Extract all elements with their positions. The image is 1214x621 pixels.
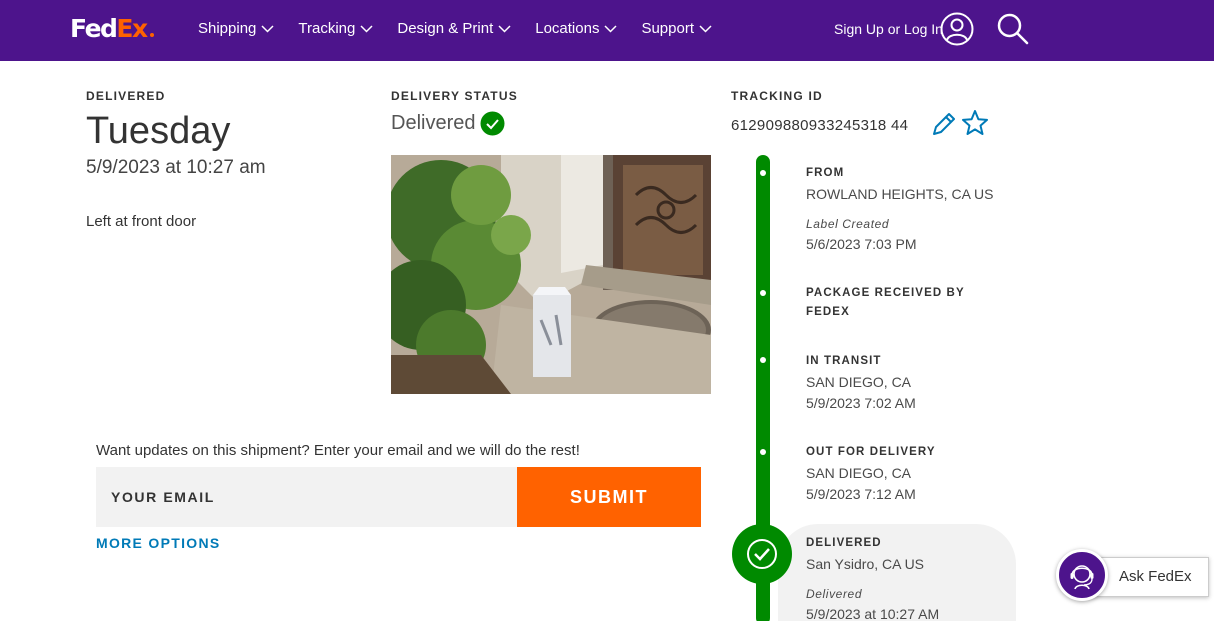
logo-ex-text: Ex	[116, 14, 148, 43]
logo-fed-text: Fed	[70, 14, 118, 43]
headset-agent-icon	[1070, 565, 1094, 590]
event-from-title: FROM	[806, 167, 845, 179]
event-from-location: ROWLAND HEIGHTS, CA US	[806, 186, 994, 202]
top-navigation-bar: FedEx Shipping Tracking Design & Print L…	[0, 0, 1214, 61]
nav-shipping-label: Shipping	[198, 20, 257, 37]
delivery-photo-image	[391, 155, 711, 394]
delivery-status: Delivered	[391, 110, 505, 136]
tracking-id-label: TRACKING ID	[731, 89, 823, 103]
search-icon[interactable]	[996, 12, 1030, 46]
sign-up-login-link[interactable]: Sign Up or Log In	[834, 18, 943, 40]
submit-button[interactable]: SUBMIT	[517, 467, 701, 527]
nav-tracking[interactable]: Tracking	[298, 18, 373, 40]
nav-locations-label: Locations	[535, 20, 600, 37]
event-delivered-location: San Ysidro, CA US	[806, 556, 925, 572]
check-circle-icon	[480, 111, 505, 135]
chevron-down-icon	[261, 25, 274, 33]
logo-dot	[149, 33, 154, 37]
more-options-link[interactable]: MORE OPTIONS	[96, 534, 221, 552]
nav-support-label: Support	[641, 20, 694, 37]
pencil-icon[interactable]	[930, 110, 958, 138]
nav-locations[interactable]: Locations	[535, 18, 617, 40]
tracking-number: 612909880933245318 44	[731, 117, 909, 134]
event-delivered-title: DELIVERED	[806, 537, 882, 549]
user-circle-icon[interactable]	[940, 12, 974, 46]
timeline-dot	[760, 290, 766, 296]
event-out-for-delivery-datetime: 5/9/2023 7:12 AM	[806, 486, 916, 502]
chevron-down-icon	[604, 25, 617, 33]
star-outline-icon[interactable]	[961, 109, 989, 137]
ask-fedex-avatar[interactable]	[1056, 549, 1108, 601]
chevron-down-icon	[699, 25, 712, 33]
proof-of-delivery-photo[interactable]	[391, 155, 711, 394]
ask-fedex-label: Ask FedEx	[1119, 568, 1192, 585]
check-circle-icon	[747, 539, 777, 569]
delivered-label: DELIVERED	[86, 89, 166, 103]
event-delivered-datetime: 5/9/2023 at 10:27 AM	[806, 606, 940, 621]
timeline-dot	[760, 449, 766, 455]
event-out-for-delivery-title: OUT FOR DELIVERY	[806, 446, 936, 458]
main-nav: Shipping Tracking Design & Print Locatio…	[198, 18, 736, 40]
timeline-dot	[760, 170, 766, 176]
email-input[interactable]	[96, 467, 517, 527]
chevron-down-icon	[498, 25, 511, 33]
delivery-day: Tuesday	[86, 110, 231, 152]
delivery-datetime: 5/9/2023 at 10:27 am	[86, 157, 266, 178]
delivery-note: Left at front door	[86, 213, 197, 230]
event-in-transit-datetime: 5/9/2023 7:02 AM	[806, 395, 916, 411]
event-from-datetime: 5/6/2023 7:03 PM	[806, 236, 917, 252]
delivery-status-value: Delivered	[391, 112, 476, 134]
event-from-status: Label Created	[806, 217, 890, 231]
nav-tracking-label: Tracking	[298, 20, 356, 37]
nav-support[interactable]: Support	[641, 18, 712, 40]
nav-design-print-label: Design & Print	[397, 20, 494, 37]
event-in-transit-title: IN TRANSIT	[806, 355, 882, 367]
delivered-check-marker	[732, 524, 792, 584]
email-updates-prompt: Want updates on this shipment? Enter you…	[96, 442, 580, 459]
chevron-down-icon	[360, 25, 373, 33]
event-delivered-status: Delivered	[806, 587, 863, 601]
event-in-transit-location: SAN DIEGO, CA	[806, 374, 912, 390]
nav-shipping[interactable]: Shipping	[198, 18, 274, 40]
fedex-logo[interactable]: FedEx	[70, 14, 154, 44]
timeline-dot	[760, 357, 766, 363]
event-out-for-delivery-location: SAN DIEGO, CA	[806, 465, 912, 481]
nav-design-print[interactable]: Design & Print	[397, 18, 511, 40]
event-received-title: PACKAGE RECEIVED BY FEDEX	[806, 287, 965, 318]
delivery-status-label: DELIVERY STATUS	[391, 89, 518, 103]
